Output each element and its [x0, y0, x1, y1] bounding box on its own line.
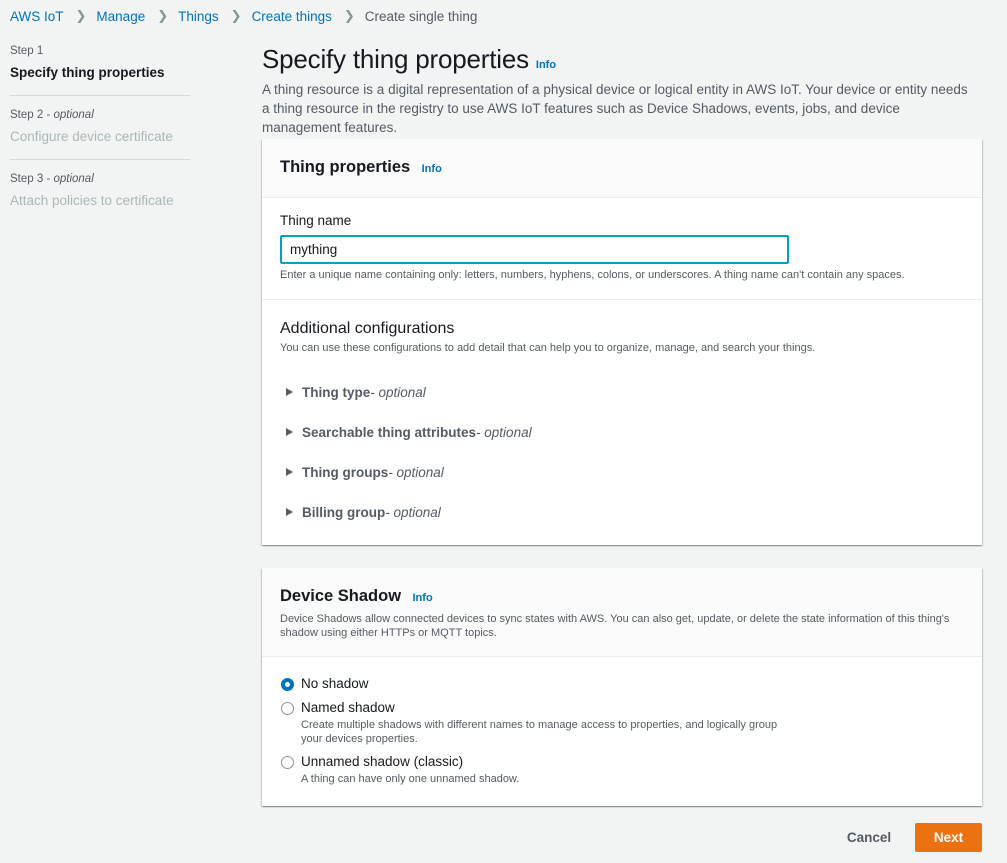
radio-description: Create multiple shadows with different n…: [301, 719, 778, 745]
additional-configurations: Additional configurations You can use th…: [262, 300, 982, 532]
cancel-button[interactable]: Cancel: [837, 823, 901, 852]
caret-right-icon: [286, 388, 293, 396]
thing-name-label: Thing name: [280, 213, 352, 228]
radio-label: Unnamed shadow (classic): [301, 754, 464, 769]
chevron-right-icon: ❯: [157, 8, 169, 23]
chevron-right-icon: ❯: [75, 8, 87, 23]
info-link[interactable]: Info: [536, 59, 556, 71]
step-optional: optional: [53, 173, 94, 185]
page-header: Specify thing properties Info A thing re…: [262, 44, 982, 137]
step-number: Step 3 -: [10, 173, 54, 185]
breadcrumb-current: Create single thing: [364, 8, 478, 24]
expand-optional: - optional: [385, 504, 441, 520]
panel-title: Thing properties: [280, 158, 411, 176]
step-title: Configure device certificate: [10, 129, 173, 144]
wizard-steps: Step 1 Specify thing properties Step 2 -…: [10, 44, 190, 223]
panel-description: Device Shadows allow connected devices t…: [280, 613, 950, 639]
radio-unnamed-shadow[interactable]: Unnamed shadow (classic) A thing can hav…: [280, 754, 964, 786]
panel-title: Device Shadow: [280, 587, 402, 605]
step-title[interactable]: Specify thing properties: [10, 63, 190, 83]
expand-label: Thing groups: [302, 464, 389, 480]
chevron-right-icon: ❯: [230, 8, 242, 23]
expand-optional: - optional: [476, 424, 532, 440]
breadcrumb-create-things[interactable]: Create things: [252, 9, 332, 24]
breadcrumb-things[interactable]: Things: [178, 9, 219, 24]
breadcrumb-aws-iot[interactable]: AWS IoT: [10, 9, 64, 24]
wizard-step-3: Step 3 - optional Attach policies to cer…: [10, 159, 190, 223]
wizard-step-1: Step 1 Specify thing properties: [10, 44, 190, 95]
page-title: Specify thing properties: [262, 44, 529, 74]
breadcrumb: AWS IoT ❯ Manage ❯ Things ❯ Create thing…: [10, 7, 477, 25]
section-title: Additional configurations: [280, 320, 455, 337]
section-description: You can use these configurations to add …: [280, 342, 816, 354]
expand-label: Billing group: [302, 504, 386, 520]
step-number: Step 2 -: [10, 109, 54, 121]
caret-right-icon: [286, 468, 293, 476]
thing-properties-panel: Thing properties Info Thing name Enter a…: [262, 139, 982, 545]
chevron-right-icon: ❯: [343, 8, 355, 23]
expand-searchable-attributes[interactable]: Searchable thing attributes - optional: [280, 412, 964, 452]
expand-billing-group[interactable]: Billing group - optional: [280, 492, 964, 532]
expand-thing-type[interactable]: Thing type - optional: [280, 372, 964, 412]
info-link[interactable]: Info: [422, 163, 442, 175]
page-description: A thing resource is a digital representa…: [262, 82, 968, 135]
shadow-radio-group: No shadow Named shadow Create multiple s…: [262, 657, 982, 786]
radio-label: Named shadow: [301, 700, 395, 715]
caret-right-icon: [286, 428, 293, 436]
thing-name-constraint: Enter a unique name containing only: let…: [280, 269, 905, 281]
device-shadow-panel: Device Shadow Info Device Shadows allow …: [262, 568, 982, 806]
radio-label: No shadow: [301, 676, 369, 691]
step-title: Attach policies to certificate: [10, 193, 174, 208]
thing-name-input[interactable]: [280, 235, 789, 264]
step-number: Step 1: [10, 45, 44, 57]
expand-label: Searchable thing attributes: [302, 424, 477, 440]
expand-optional: - optional: [370, 384, 426, 400]
info-link[interactable]: Info: [413, 592, 433, 604]
expand-thing-groups[interactable]: Thing groups - optional: [280, 452, 964, 492]
radio-no-shadow[interactable]: No shadow: [280, 676, 964, 692]
radio-button[interactable]: [281, 702, 294, 715]
expand-label: Thing type: [302, 384, 371, 400]
radio-named-shadow[interactable]: Named shadow Create multiple shadows wit…: [280, 700, 964, 746]
expand-optional: - optional: [388, 464, 444, 480]
step-optional: optional: [53, 109, 94, 121]
breadcrumb-manage[interactable]: Manage: [96, 9, 145, 24]
thing-name-field: Thing name Enter a unique name containin…: [262, 198, 982, 300]
radio-description: A thing can have only one unnamed shadow…: [301, 773, 520, 785]
wizard-step-2: Step 2 - optional Configure device certi…: [10, 95, 190, 159]
caret-right-icon: [286, 508, 293, 516]
radio-button-checked[interactable]: [281, 678, 294, 691]
next-button[interactable]: Next: [915, 823, 982, 852]
radio-button[interactable]: [281, 756, 294, 769]
